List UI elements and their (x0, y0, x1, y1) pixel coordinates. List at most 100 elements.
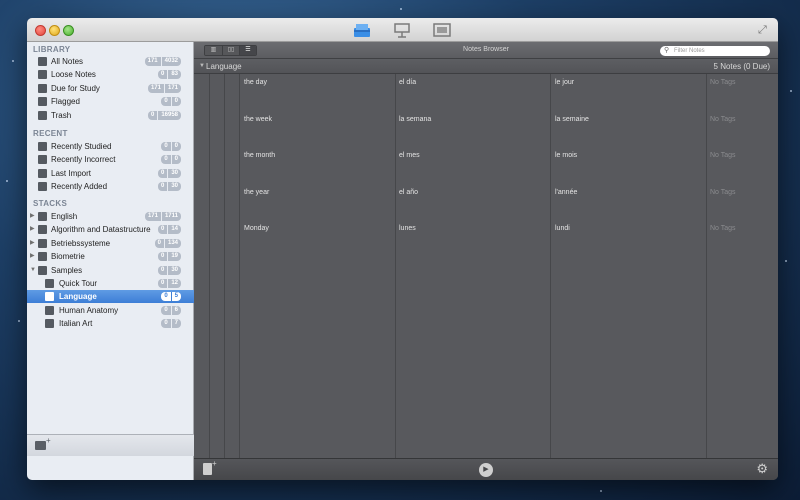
sidebar-item-last-import[interactable]: Last Import 0 30 (27, 167, 194, 180)
sidebar-item-algorithm-and-datastructure[interactable]: ▶ Algorithm and Datastructure 0 14 (27, 223, 194, 236)
gear-icon[interactable]: ⚙ (756, 462, 768, 476)
disclosure-triangle-icon[interactable]: ▼ (199, 59, 205, 74)
flag-icon (38, 97, 47, 107)
group-header[interactable]: ▼ Language 5 Notes (0 Due) (194, 59, 778, 74)
sidebar-item-recently-studied[interactable]: Recently Studied 0 0 (27, 140, 194, 153)
minimize-window-button[interactable] (49, 25, 60, 36)
zoom-window-button[interactable] (63, 25, 74, 36)
sidebar-item-samples[interactable]: ▼ Samples 0 30 (27, 264, 194, 277)
add-icon (38, 182, 47, 192)
due-count: 171 (144, 57, 161, 66)
sidebar-item-label: Quick Tour (59, 279, 98, 288)
total-count: 134 (163, 238, 181, 248)
sidebar-footer: + (27, 434, 194, 456)
sidebar-item-recently-added[interactable]: Recently Added 0 30 (27, 180, 194, 193)
background-star (790, 90, 792, 92)
disclosure-closed-icon[interactable]: ▶ (30, 250, 35, 263)
note-field[interactable]: Monday (244, 225, 269, 232)
disclosure-open-icon[interactable]: ▼ (30, 264, 36, 277)
sidebar-item-recently-incorrect[interactable]: Recently Incorrect 0 0 (27, 153, 194, 166)
disclosure-closed-icon[interactable]: ▶ (30, 210, 35, 223)
background-star (600, 490, 602, 492)
note-field[interactable]: the year (244, 189, 269, 196)
sidebar-item-english[interactable]: ▶ English 171 1711 (27, 210, 194, 223)
note-field[interactable]: el día (399, 79, 416, 86)
due-count: 0 (161, 305, 171, 315)
sidebar-item-italian-art[interactable]: Italian Art 0 7 (27, 317, 194, 330)
fullscreen-icon[interactable]: ⤢ (758, 24, 770, 36)
count-badge: 0 134 (154, 238, 181, 248)
due-count: 0 (161, 97, 171, 107)
substack-icon (45, 319, 54, 329)
new-stack-button[interactable]: + (35, 436, 51, 450)
note-tags[interactable]: No Tags (710, 116, 736, 123)
calendar-icon (38, 83, 47, 93)
note-field[interactable]: el mes (399, 152, 420, 159)
notes-icon (38, 57, 47, 66)
new-note-button[interactable]: + (203, 459, 217, 475)
note-field[interactable]: the week (244, 116, 272, 123)
disclosure-closed-icon[interactable]: ▶ (30, 223, 35, 236)
filter-notes-field[interactable]: ⚲ Filter Notes (660, 46, 770, 56)
filter-notes-placeholder: Filter Notes (674, 48, 705, 54)
sidebar-item-label: Recently Added (51, 182, 108, 192)
sidebar-item-flagged[interactable]: Flagged 0 0 (27, 95, 194, 108)
disclosure-closed-icon[interactable]: ▶ (30, 237, 35, 250)
studied-icon (38, 142, 47, 151)
total-count: 5 (170, 292, 181, 302)
count-badge: 0 30 (157, 168, 181, 178)
substack-icon (45, 305, 54, 315)
stack-icon (38, 252, 47, 262)
sidebar-item-due-for-study[interactable]: Due for Study 171 171 (27, 82, 194, 95)
count-badge: 0 83 (157, 70, 181, 80)
sidebar-item-label: Betriebssysteme (51, 238, 111, 248)
due-count: 0 (157, 279, 168, 288)
total-count: 6 (170, 305, 181, 315)
title-bar: ⤢ (27, 18, 778, 42)
note-field[interactable]: el año (399, 189, 418, 196)
note-tags[interactable]: No Tags (710, 225, 736, 232)
note-field[interactable]: le jour (555, 79, 574, 86)
play-icon[interactable]: ▶ (479, 463, 493, 477)
note-tags[interactable]: No Tags (710, 189, 736, 196)
sidebar-item-loose-notes[interactable]: Loose Notes 0 83 (27, 68, 194, 81)
stack-icon (38, 265, 47, 275)
sidebar-item-human-anatomy[interactable]: Human Anatomy 0 6 (27, 304, 194, 317)
note-field[interactable]: lundi (555, 225, 570, 232)
browse-icon[interactable] (353, 22, 371, 38)
count-badge: 0 14 (157, 225, 181, 235)
app-window: ⤢ LIBRARY All Notes 171 4032 Loose Notes 0 83 D… (27, 18, 778, 480)
note-field[interactable]: la semaine (555, 116, 589, 123)
note-field[interactable]: la semana (399, 116, 431, 123)
sidebar-item-language[interactable]: Language 0 5 (27, 290, 194, 304)
note-field[interactable]: l'année (555, 189, 577, 196)
background-star (6, 180, 8, 182)
sidebar-item-trash[interactable]: Trash 0 16958 (27, 109, 194, 122)
note-field[interactable]: the month (244, 152, 275, 159)
sidebar-section-header: LIBRARY (33, 45, 71, 54)
total-count: 83 (167, 70, 181, 80)
due-count: 171 (144, 212, 161, 221)
count-badge: 00 (161, 97, 181, 107)
total-count: 30 (167, 182, 181, 192)
sidebar-item-label: English (51, 212, 78, 221)
sidebar-item-label: Human Anatomy (59, 305, 119, 315)
sidebar-item-label: Algorithm and Datastructure (51, 225, 151, 235)
sidebar-item-betriebssysteme[interactable]: ▶ Betriebssysteme 0 134 (27, 237, 194, 250)
note-field[interactable]: lunes (399, 225, 416, 232)
study-icon[interactable] (393, 22, 411, 38)
close-window-button[interactable] (35, 25, 46, 36)
sidebar-item-label: Language (59, 292, 97, 302)
note-tags[interactable]: No Tags (710, 79, 736, 86)
note-field[interactable]: le mois (555, 152, 577, 159)
sidebar-item-all-notes[interactable]: All Notes 171 4032 (27, 55, 194, 68)
sidebar-item-biometrie[interactable]: ▶ Biometrie 0 19 (27, 250, 194, 263)
present-icon[interactable] (433, 22, 451, 38)
total-count: 0 (170, 97, 181, 107)
sidebar-item-quick-tour[interactable]: Quick Tour 0 12 (27, 277, 194, 290)
background-star (18, 320, 20, 322)
note-tags[interactable]: No Tags (710, 152, 736, 159)
sidebar-item-label: Biometrie (51, 252, 85, 262)
count-badge: 05 (161, 292, 181, 302)
note-field[interactable]: the day (244, 79, 267, 86)
